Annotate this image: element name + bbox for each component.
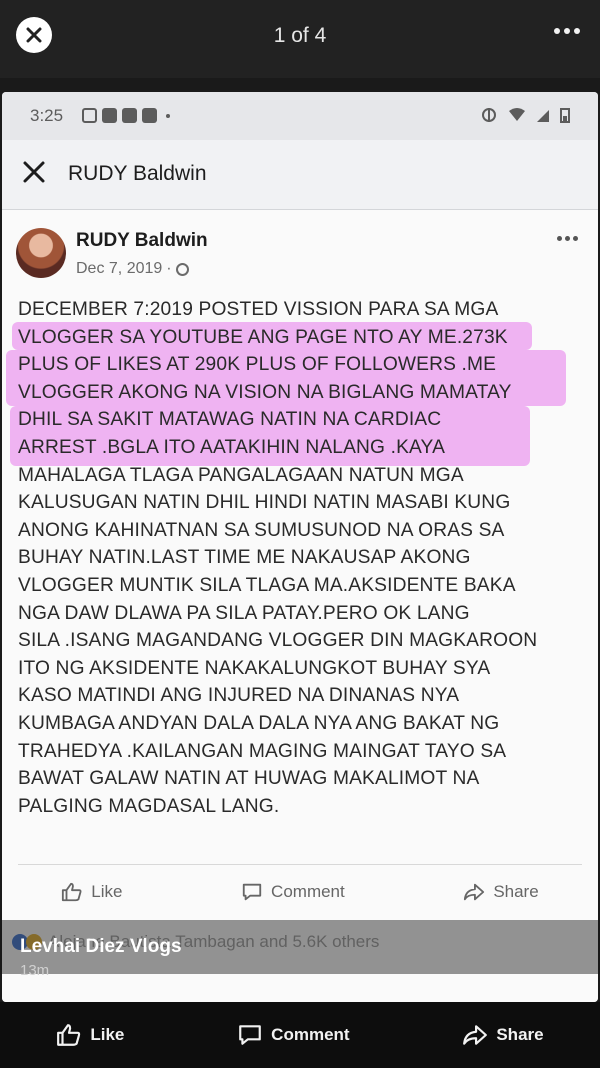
viewer-like-button[interactable]: Like	[56, 1022, 124, 1048]
like-label: Like	[91, 882, 123, 901]
battery-icon	[560, 108, 570, 123]
post-line: MAHALAGA TLAGA PANGALAGAAN NATUN MGA	[18, 464, 464, 486]
post-line: NGA DAW DLAWA PA SILA PATAY.PERO OK LANG	[18, 602, 470, 624]
post-date[interactable]: Dec 7, 2019	[76, 260, 162, 278]
phone-screenshot: 3:25 RUDY Baldwin RUDY Baldwin Dec 7, 20…	[2, 92, 598, 1002]
post-line: ITO NG AKSIDENTE NAKAKALUNGKOT BUHAY SYA	[18, 657, 491, 679]
app-icon	[122, 108, 137, 123]
share-time: 13m	[20, 962, 50, 979]
viewer-like-label: Like	[90, 1025, 125, 1044]
comment-icon	[242, 883, 262, 901]
notification-icons	[82, 108, 170, 123]
photo-counter: 1 of 4	[273, 24, 327, 47]
post-line: VLOGGER SA YOUTUBE ANG PAGE NTO AY ME.27…	[18, 326, 508, 348]
share-icon	[464, 883, 485, 901]
status-time: 3:25	[30, 106, 64, 125]
post-line: ANONG KAHINATNAN SA SUMUSUNOD NA ORAS SA	[18, 519, 505, 541]
status-bar: 3:25	[2, 92, 598, 140]
comment-label: Comment	[271, 882, 345, 901]
post-line: DECEMBER 7:2019 POSTED VISSION PARA SA M…	[18, 299, 499, 320]
viewer-top-bar: 1 of 4	[0, 0, 600, 78]
app-icon	[142, 108, 157, 123]
viewer-bottom-bar: Like Comment Share	[0, 1002, 600, 1068]
post-line: KASO MATINDI ANG INJURED NA DINANAS NYA	[18, 685, 460, 707]
post-line: TRAHEDYA .KAILANGAN MAGING MAINGAT TAYO …	[18, 740, 507, 762]
like-button[interactable]: Like	[61, 872, 122, 912]
page-title: RUDY Baldwin	[68, 162, 207, 185]
signal-icon	[537, 110, 549, 122]
post-line: KUMBAGA ANDYAN DALA DALA NYA ANG BAKAT N…	[18, 712, 500, 734]
close-icon[interactable]	[22, 160, 46, 184]
post-card: RUDY Baldwin Dec 7, 2019 · DECEMBER 7:20…	[2, 210, 598, 1002]
viewer-comment-label: Comment	[271, 1025, 350, 1044]
comment-icon	[239, 1025, 262, 1045]
post-line: SILA .ISANG MAGANDANG VLOGGER DIN MAGKAR…	[18, 630, 538, 652]
post-line: BAWAT GALAW NATIN AT HUWAG MAKALIMOT NA	[18, 768, 480, 790]
comment-button[interactable]: Comment	[241, 872, 345, 912]
share-icon	[463, 1025, 488, 1045]
system-icons	[480, 107, 570, 123]
post-line: DHIL SA SAKIT MATAWAG NATIN NA CARDIAC	[18, 409, 442, 431]
post-line: KALUSUGAN NATIN DHIL HINDI NATIN MASABI …	[18, 492, 511, 514]
post-author[interactable]: RUDY Baldwin	[76, 230, 208, 252]
thumbs-up-icon	[62, 882, 82, 902]
sharer-name[interactable]: Levhai Diez Vlogs	[20, 936, 182, 958]
post-line: ARREST .BGLA ITO AATAKIHIN NALANG .KAYA	[18, 436, 446, 458]
post-line: VLOGGER AKONG NA VISION NA BIGLANG MAMAT…	[18, 381, 512, 403]
sync-icon	[482, 108, 496, 122]
post-body: DECEMBER 7:2019 POSTED VISSION PARA SA M…	[18, 296, 588, 820]
globe-icon	[175, 262, 189, 276]
share-label: Share	[493, 882, 539, 901]
post-line: PALGING MAGDASAL LANG.	[18, 795, 280, 817]
divider	[18, 864, 582, 865]
post-meta: Dec 7, 2019 ·	[76, 260, 189, 278]
app-icon	[102, 108, 117, 123]
avatar[interactable]	[16, 228, 66, 278]
more-notifications-icon	[166, 113, 170, 118]
share-button[interactable]: Share	[463, 872, 539, 912]
wifi-icon	[509, 108, 525, 121]
viewer-share-label: Share	[496, 1025, 544, 1044]
post-line: VLOGGER MUNTIK SILA TLAGA MA.AKSIDENTE B…	[18, 574, 516, 596]
post-line: BUHAY NATIN.LAST TIME ME NAKAUSAP AKONG	[18, 547, 471, 569]
viewer-comment-button[interactable]: Comment	[237, 1022, 350, 1048]
more-options-icon[interactable]	[554, 28, 580, 34]
post-actions: Like Comment Share	[2, 872, 598, 912]
post-line: PLUS OF LIKES AT 290K PLUS OF FOLLOWERS …	[18, 354, 497, 376]
viewer-share-button[interactable]: Share	[462, 1022, 544, 1048]
post-options-icon[interactable]	[557, 236, 578, 241]
app-header: RUDY Baldwin	[2, 140, 598, 210]
gallery-icon	[82, 108, 97, 123]
thumbs-up-icon	[57, 1024, 81, 1046]
